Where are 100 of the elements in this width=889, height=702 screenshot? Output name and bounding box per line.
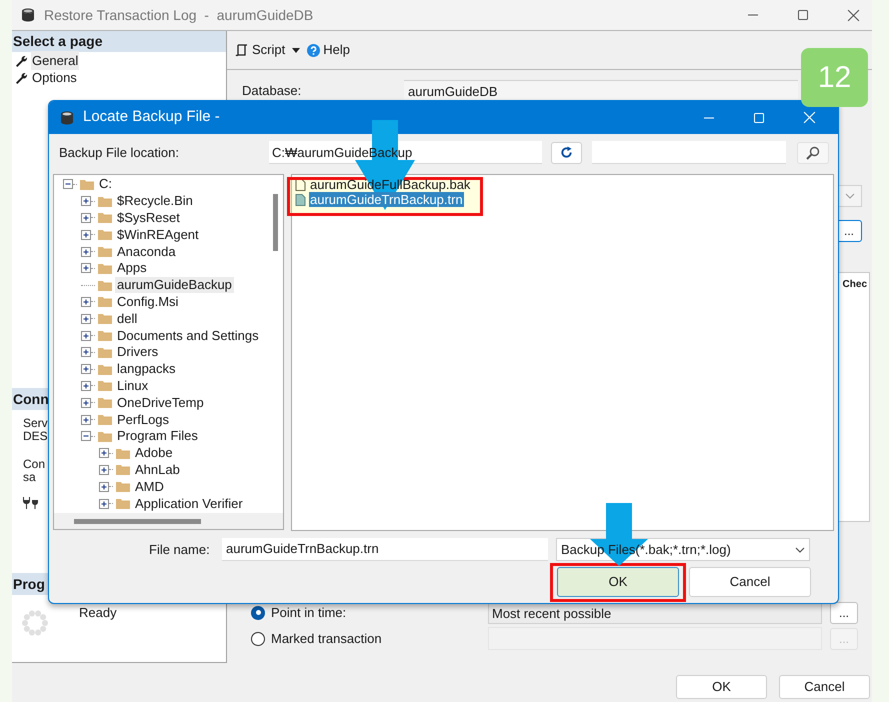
column-header: Chec bbox=[842, 278, 867, 292]
help-button[interactable]: Help bbox=[307, 40, 350, 60]
folder-name[interactable]: PerfLogs bbox=[115, 412, 172, 428]
expand-toggle[interactable] bbox=[81, 246, 91, 257]
close-icon[interactable] bbox=[847, 8, 860, 22]
folder-icon bbox=[116, 448, 130, 459]
expand-toggle[interactable] bbox=[81, 347, 91, 358]
folder-icon bbox=[98, 196, 112, 207]
page-link[interactable]: Options bbox=[31, 68, 78, 88]
folder-name[interactable]: $WinREAgent bbox=[115, 226, 201, 243]
wrench-icon bbox=[15, 54, 27, 66]
field-label: Database: bbox=[242, 82, 302, 100]
folder-icon bbox=[98, 246, 112, 258]
folder-icon bbox=[116, 498, 130, 510]
file-icon bbox=[295, 178, 306, 190]
folder-name[interactable]: $SysReset bbox=[115, 210, 182, 226]
database-icon bbox=[20, 7, 36, 23]
folder-name[interactable]: Adobe bbox=[133, 445, 175, 462]
status-text: Ready bbox=[79, 604, 117, 622]
expand-toggle[interactable] bbox=[81, 414, 91, 425]
folder-name[interactable]: Documents and Settings bbox=[115, 328, 261, 344]
folder-name[interactable]: langpacks bbox=[115, 361, 178, 378]
dialog-button[interactable]: Cancel bbox=[689, 567, 811, 597]
file-name[interactable]: aurumGuideTrnBackup.trn bbox=[309, 192, 464, 207]
connection-text: sa bbox=[23, 471, 36, 484]
database-field: aurumGuideDB bbox=[404, 80, 798, 102]
refresh-button[interactable] bbox=[551, 142, 582, 164]
folder-icon bbox=[98, 262, 112, 274]
expand-toggle[interactable] bbox=[81, 196, 91, 206]
section-header: Select a page bbox=[12, 31, 226, 52]
radio-option[interactable]: Point in time: bbox=[251, 602, 488, 622]
folder-name[interactable]: AMD bbox=[133, 478, 166, 495]
chevron-down-icon bbox=[845, 193, 855, 199]
expand-toggle[interactable] bbox=[81, 314, 91, 324]
folder-name[interactable]: Apps bbox=[115, 260, 149, 276]
expand-toggle[interactable] bbox=[99, 482, 109, 492]
spinner-icon bbox=[21, 609, 49, 637]
folder-name[interactable]: $Recycle.Bin bbox=[115, 193, 195, 210]
page-link[interactable]: General bbox=[31, 50, 80, 70]
folder-icon bbox=[98, 296, 112, 308]
collapse-toggle[interactable] bbox=[63, 179, 73, 190]
collapse-toggle[interactable] bbox=[81, 431, 91, 442]
connection-text: DES bbox=[23, 430, 48, 443]
folder-icon bbox=[98, 229, 112, 240]
scrollbar-thumb[interactable] bbox=[272, 194, 278, 251]
folder-icon bbox=[98, 330, 112, 342]
folder-name[interactable]: OneDriveTemp bbox=[115, 394, 206, 411]
expand-toggle[interactable] bbox=[99, 498, 109, 509]
wrench-icon bbox=[15, 72, 27, 84]
folder-name[interactable]: Drivers bbox=[115, 344, 160, 360]
folder-icon bbox=[116, 481, 130, 492]
expand-toggle[interactable] bbox=[81, 263, 91, 274]
expand-toggle[interactable] bbox=[99, 448, 109, 458]
expand-toggle[interactable] bbox=[81, 330, 91, 341]
step-badge: 12 bbox=[801, 48, 868, 107]
maximize-icon[interactable] bbox=[797, 9, 809, 21]
search-button[interactable] bbox=[797, 142, 829, 164]
folder-name[interactable]: dell bbox=[115, 310, 140, 327]
dialog-title: Locate Backup File - bbox=[83, 107, 221, 128]
plug-icon bbox=[21, 496, 39, 510]
folder-name[interactable]: Anaconda bbox=[115, 244, 178, 260]
folder-icon bbox=[98, 313, 112, 324]
script-button[interactable]: Script bbox=[235, 40, 286, 60]
folder-icon bbox=[98, 212, 112, 224]
folder-name[interactable]: AhnLab bbox=[133, 462, 182, 478]
caret-icon[interactable] bbox=[291, 46, 302, 54]
folder-name[interactable]: aurumGuideBackup bbox=[115, 277, 234, 294]
folder-icon bbox=[116, 464, 130, 476]
scrollbar-thumb[interactable] bbox=[74, 518, 201, 524]
field-label: File name: bbox=[149, 540, 211, 559]
file-name-field[interactable]: aurumGuideTrnBackup.trn bbox=[222, 538, 548, 561]
folder-name[interactable]: Application Verifier bbox=[133, 496, 245, 512]
connection-text: Serv bbox=[23, 417, 48, 430]
field-label: Backup File location: bbox=[59, 144, 180, 162]
browse-button[interactable]: ... bbox=[830, 602, 858, 624]
expand-toggle[interactable] bbox=[81, 398, 91, 408]
database-icon bbox=[59, 110, 75, 126]
expand-toggle[interactable] bbox=[81, 230, 91, 240]
expand-toggle[interactable] bbox=[81, 380, 91, 391]
folder-name[interactable]: C: bbox=[97, 176, 114, 192]
expand-toggle[interactable] bbox=[81, 296, 91, 307]
folder-name[interactable]: Config.Msi bbox=[115, 294, 180, 310]
expand-toggle[interactable] bbox=[99, 464, 109, 475]
folder-icon bbox=[98, 364, 112, 375]
chevron-down-icon bbox=[795, 546, 805, 552]
expand-toggle[interactable] bbox=[81, 212, 91, 223]
search-field[interactable] bbox=[592, 141, 786, 164]
folder-icon bbox=[98, 414, 112, 426]
folder-icon bbox=[98, 380, 112, 392]
file-icon bbox=[295, 194, 306, 206]
folder-name[interactable]: Program Files bbox=[115, 428, 200, 444]
dialog-button[interactable]: Cancel bbox=[779, 675, 870, 699]
dialog-button[interactable]: OK bbox=[676, 675, 767, 699]
help-icon bbox=[307, 44, 320, 56]
folder-icon bbox=[80, 178, 94, 190]
folder-icon bbox=[98, 397, 112, 408]
expand-toggle[interactable] bbox=[81, 364, 91, 374]
folder-icon bbox=[98, 280, 112, 291]
connection-text: Con bbox=[23, 458, 46, 471]
dialog-button[interactable]: OK bbox=[557, 567, 679, 597]
